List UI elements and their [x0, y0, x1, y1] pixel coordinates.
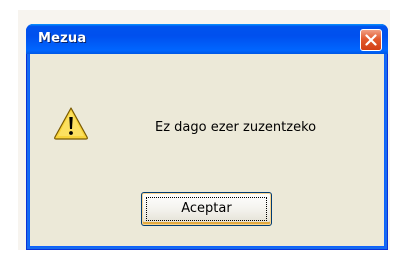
warning-icon: [54, 107, 88, 140]
dialog-title: Mezua: [38, 31, 87, 46]
dialog-titlebar[interactable]: Mezua: [26, 24, 388, 54]
close-icon: [365, 34, 377, 46]
dialog-message: Ez dago ezer zuzentzeko: [155, 120, 317, 135]
message-dialog: Mezua Ez dago ezer zuzentzeko Aceptar: [26, 24, 388, 250]
accept-button[interactable]: Aceptar: [141, 192, 272, 226]
accept-button-label: Aceptar: [181, 201, 232, 216]
close-button[interactable]: [360, 29, 382, 51]
